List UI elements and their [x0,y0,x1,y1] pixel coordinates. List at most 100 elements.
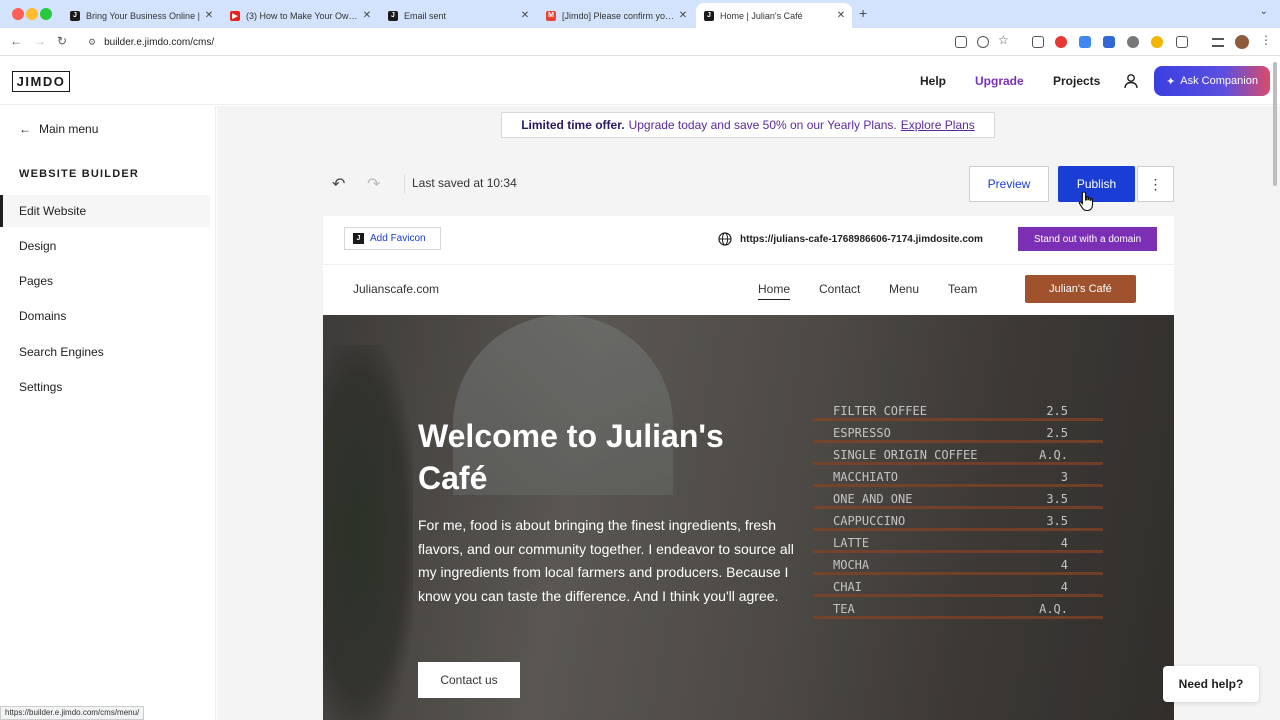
more-options-icon[interactable]: ⋮ [1137,166,1174,202]
site-nav-home[interactable]: Home [758,282,791,300]
close-tab-icon[interactable]: ✕ [834,10,848,21]
offer-bold-text: Limited time offer. [521,118,625,132]
forward-icon[interactable]: → [34,34,46,48]
editor-canvas: Limited time offer. Upgrade today and sa… [217,106,1280,720]
minimize-window-button[interactable] [26,8,38,20]
tab-title: Home | Julian's Café [720,10,803,21]
site-info-icon[interactable]: ⚙ [88,37,96,48]
extension-icon[interactable] [1103,36,1115,48]
hand-cursor-icon [1078,191,1094,212]
sidebar-item-domains[interactable]: Domains [0,300,210,332]
projects-link[interactable]: Projects [1053,74,1100,88]
extension-icon[interactable] [1127,36,1139,48]
tab-title: (3) How to Make Your Own W [246,10,360,21]
undo-icon[interactable]: ↶ [332,174,345,194]
youtube-favicon-icon: ▶ [230,10,240,21]
upgrade-link[interactable]: Upgrade [975,74,1024,88]
maximize-window-button[interactable] [40,8,52,20]
gmail-favicon-icon: M [546,10,556,21]
jimdo-favicon-icon: J [704,10,714,21]
jimdo-logo[interactable]: JIMDO [12,71,70,92]
browser-menu-icon[interactable]: ⋮ [1260,33,1272,47]
add-favicon-label: Add Favicon [370,233,426,244]
install-app-icon[interactable] [955,36,967,48]
browser-tab[interactable]: J Email sent ✕ [380,3,536,28]
site-nav-menu[interactable]: Menu [889,282,919,296]
reload-icon[interactable]: ↻ [57,34,67,48]
extensions-puzzle-icon[interactable] [1176,36,1188,48]
close-tab-icon[interactable]: ✕ [518,10,532,21]
main-menu-link[interactable]: ← Main menu [19,122,98,136]
globe-icon [718,232,732,246]
site-url-text: https://julians-cafe-1768986606-7174.jim… [740,233,983,245]
site-cta-button[interactable]: Julian's Café [1025,275,1136,303]
offer-text: Upgrade today and save 50% on our Yearly… [628,118,897,132]
arrow-left-icon: ← [19,122,31,136]
close-window-button[interactable] [12,8,24,20]
tab-search-icon[interactable]: ⌄ [1260,6,1268,17]
last-saved-status: Last saved at 10:34 [412,176,517,190]
translate-extension-icon[interactable] [1079,36,1091,48]
hero-title: Welcome to Julian's Café [418,418,724,496]
main-menu-label: Main menu [39,122,99,136]
sidebar-item-pages[interactable]: Pages [0,265,210,297]
jimdo-header: JIMDO Help Upgrade Projects ✦ Ask Compan… [0,57,1280,105]
browser-tab-strip: J Bring Your Business Online | ✕ ▶ (3) H… [0,0,1280,28]
browser-tab-active[interactable]: J Home | Julian's Café ✕ [696,3,852,28]
sidebar-item-settings[interactable]: Settings [0,371,210,403]
browser-tab[interactable]: M [Jimdo] Please confirm your e ✕ [538,3,694,28]
back-icon[interactable]: ← [10,34,22,48]
website-preview: J Add Favicon https://julians-cafe-17689… [323,216,1174,720]
site-nav-contact[interactable]: Contact [819,282,860,296]
close-tab-icon[interactable]: ✕ [676,10,690,21]
browser-tab[interactable]: ▶ (3) How to Make Your Own W ✕ [222,3,378,28]
publish-button[interactable]: Publish [1058,166,1135,202]
toolbar-divider [404,174,405,194]
hero-text: For me, food is about bringing the fines… [418,517,794,604]
tab-title: Email sent [404,10,447,21]
explore-plans-link[interactable]: Explore Plans [901,118,975,132]
sidebar: ← Main menu WEBSITE BUILDER Edit Website… [0,106,216,720]
sidebar-section-title: WEBSITE BUILDER [19,168,140,180]
page-scrollbar[interactable] [1273,62,1277,186]
adblock-extension-icon[interactable] [1055,36,1067,48]
sidebar-item-design[interactable]: Design [0,230,210,262]
reading-list-icon[interactable] [1212,38,1224,47]
site-url-display: https://julians-cafe-1768986606-7174.jim… [718,232,983,246]
offer-banner: Limited time offer. Upgrade today and sa… [501,112,995,138]
tab-title: [Jimdo] Please confirm your e [562,10,676,21]
contact-us-button[interactable]: Contact us [418,662,520,698]
stand-out-domain-button[interactable]: Stand out with a domain [1018,227,1157,251]
close-tab-icon[interactable]: ✕ [202,10,216,21]
ask-companion-label: Ask Companion [1180,75,1258,87]
jimdo-favicon-icon: J [388,10,398,21]
browser-tab[interactable]: J Bring Your Business Online | ✕ [62,3,220,28]
ask-companion-button[interactable]: ✦ Ask Companion [1154,66,1270,96]
add-favicon-button[interactable]: J Add Favicon [344,227,441,250]
sidebar-item-edit-website[interactable]: Edit Website [0,195,210,227]
sparkle-icon: ✦ [1166,75,1176,88]
need-help-button[interactable]: Need help? [1163,666,1259,702]
profile-avatar[interactable] [1235,35,1249,49]
close-tab-icon[interactable]: ✕ [360,10,374,21]
address-bar[interactable]: ⚙ builder.e.jimdo.com/cms/ [80,31,940,53]
jimdo-j-icon: J [353,233,364,244]
address-url: builder.e.jimdo.com/cms/ [104,36,215,48]
preview-button[interactable]: Preview [969,166,1049,202]
extension-icon[interactable] [1151,36,1163,48]
user-account-icon[interactable] [1123,73,1139,89]
site-nav-team[interactable]: Team [948,282,977,296]
redo-icon[interactable]: ↷ [367,174,380,194]
bookmark-star-icon[interactable]: ☆ [998,33,1009,47]
hero-section[interactable]: FILTER COFFEE 2.5 ESPRESSO 2.5 SINGLE ORIGIN… [323,315,1174,720]
help-link[interactable]: Help [920,74,946,88]
zoom-icon[interactable] [977,36,989,48]
site-brand[interactable]: Julianscafe.com [353,282,439,296]
new-tab-icon[interactable]: + [859,5,867,21]
status-bar-url: https://builder.e.jimdo.com/cms/menu/ [0,706,145,720]
browser-toolbar: ← → ↻ ⚙ builder.e.jimdo.com/cms/ ☆ ⋮ [0,28,1280,56]
screenshot-extension-icon[interactable] [1032,36,1044,48]
sidebar-item-search-engines[interactable]: Search Engines [0,336,210,368]
tab-title: Bring Your Business Online | [86,10,200,21]
jimdo-favicon-icon: J [70,10,80,21]
